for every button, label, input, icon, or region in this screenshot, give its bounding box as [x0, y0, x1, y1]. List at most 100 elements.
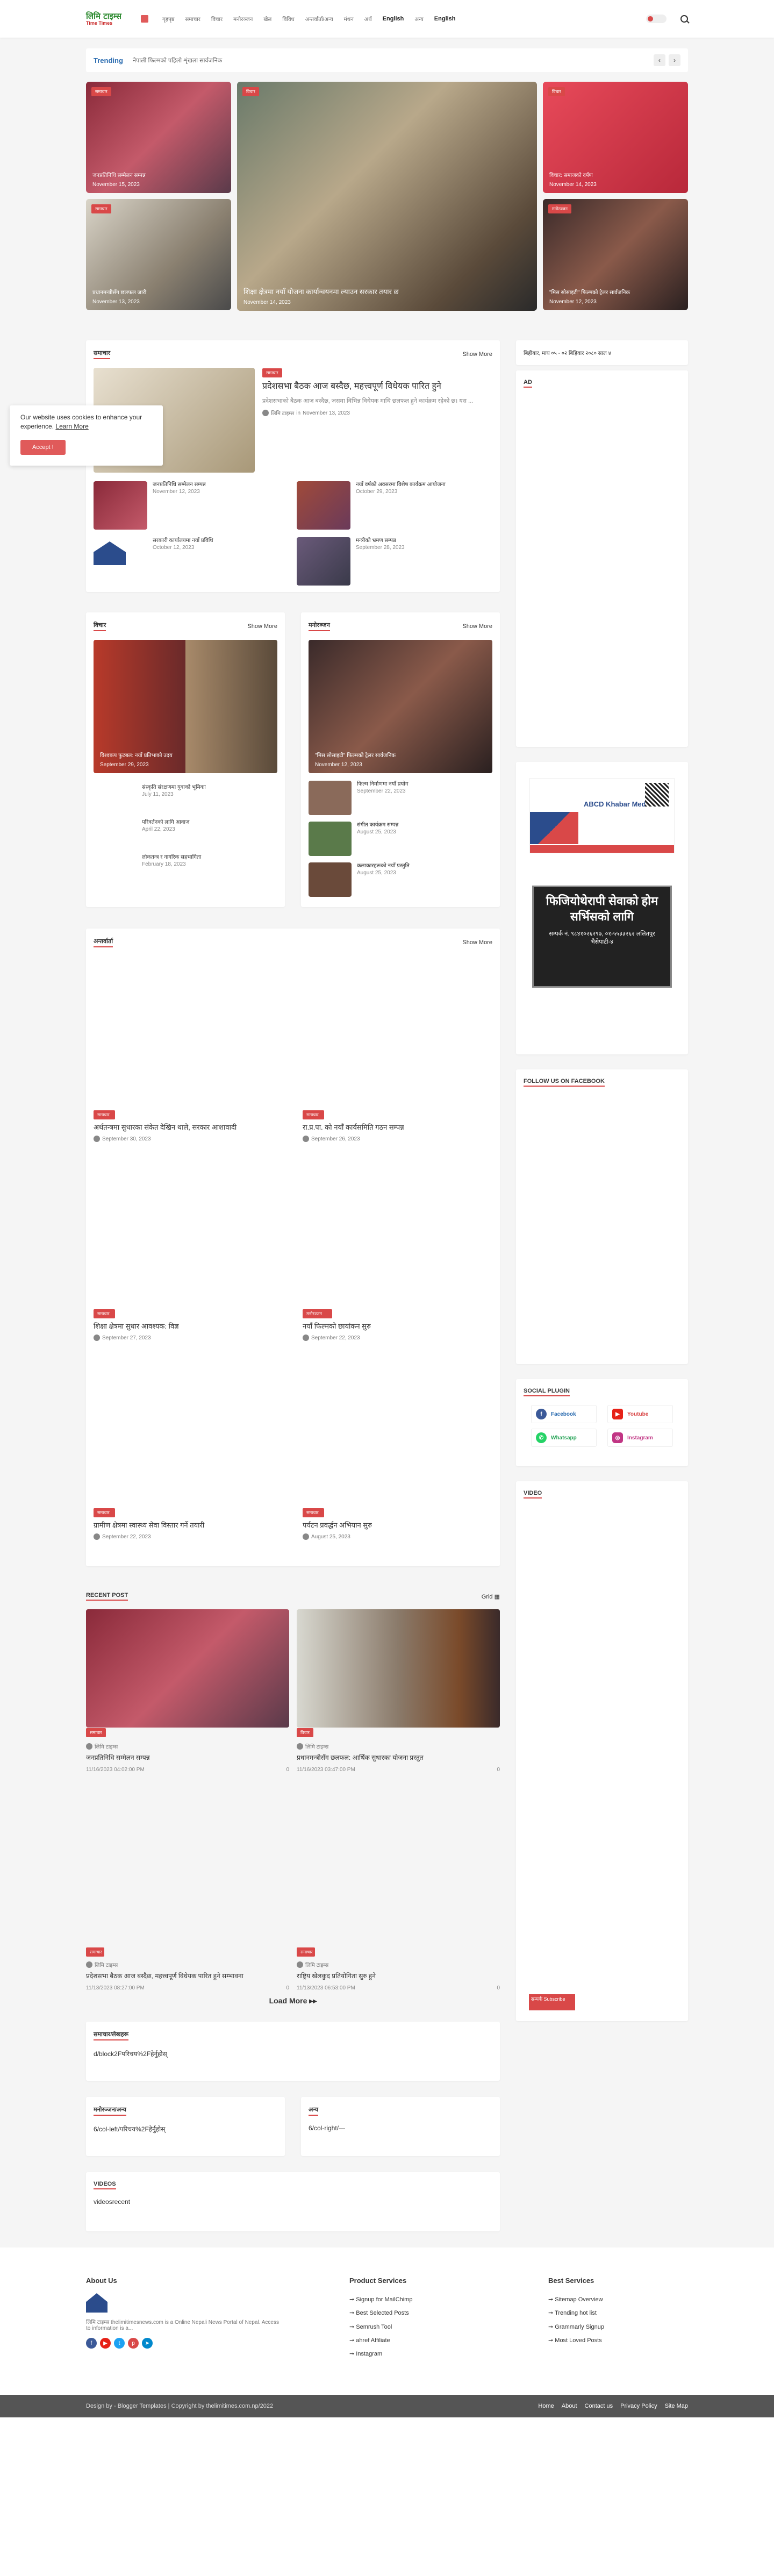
hero-title[interactable]: जनप्रतिनिधि सम्मेलन सम्पन्न — [92, 171, 225, 179]
post-title[interactable]: रा.प्र.पा. को नयाँ कार्यसमिति गठन सम्पन्… — [303, 1123, 492, 1132]
post-title[interactable]: राष्ट्रिय खेलकुद प्रतियोगिता सुरु हुने — [297, 1972, 500, 1981]
post-title[interactable]: लोकतन्त्र र नागरिक सहभागिता — [142, 854, 277, 861]
post-title[interactable]: विश्वकप फुटबल: नयाँ प्रतिभाको उदय — [100, 751, 271, 759]
youtube-button[interactable]: ▶ Youtube — [607, 1405, 673, 1423]
search-icon[interactable] — [680, 15, 688, 23]
hero-title[interactable]: "मिस सोसाइटी" फिल्मको ट्रेलर सार्वजनिक — [549, 288, 682, 296]
post-title[interactable]: कलाकारहरूको नयाँ प्रस्तुति — [357, 862, 410, 870]
post-thumb[interactable] — [297, 537, 350, 586]
post-title[interactable]: जनप्रतिनिधि सम्मेलन सम्पन्न — [86, 1753, 289, 1762]
post-card[interactable]: समाचार शिक्षा क्षेत्रमा सुधार आवश्यक: वि… — [94, 1155, 283, 1341]
category-label[interactable]: समाचार — [94, 1110, 115, 1119]
post-title[interactable]: फिल्म निर्माणमा नयाँ प्रयोग — [357, 781, 408, 788]
category-label[interactable]: समाचार — [91, 87, 111, 96]
nav-item[interactable]: मंथन — [344, 15, 354, 23]
footer-link[interactable]: ➞ Best Selected Posts — [349, 2307, 548, 2320]
category-label[interactable]: समाचार — [86, 1728, 106, 1737]
post-title[interactable]: प्रधानमन्त्रीसँग छलफल: आर्थिक सुधारका यो… — [297, 1753, 500, 1762]
footer-nav-link[interactable]: Contact us — [585, 2403, 613, 2409]
category-label[interactable]: समाचार — [91, 204, 111, 213]
category-label[interactable]: समाचार — [86, 1947, 104, 1957]
trending-text[interactable]: नेपाली फिल्मको पहिलो शृंखला सार्वजनिक — [133, 56, 650, 65]
show-more-link[interactable]: Show More — [462, 939, 492, 946]
hero-featured-card[interactable]: विचार शिक्षा क्षेत्रमा नयाँ योजना कार्या… — [237, 82, 537, 311]
nav-item[interactable]: विविध — [282, 15, 294, 23]
load-more-button[interactable]: Load More ▸▸ — [86, 1996, 500, 2006]
post-title[interactable]: सरकारी कार्यालयमा नयाँ प्रविधि — [153, 537, 213, 545]
hero-card[interactable]: मनोरञ्जन "मिस सोसाइटी" फिल्मको ट्रेलर सा… — [543, 199, 688, 310]
category-label[interactable]: मनोरञ्जन — [548, 204, 571, 213]
nav-item[interactable]: गृहपृष्ठ — [162, 15, 175, 23]
facebook-icon[interactable]: f — [86, 2338, 97, 2349]
nav-item[interactable]: मनोरञ्जन — [233, 15, 253, 23]
site-logo[interactable]: लिमि टाइम्स Time Times — [86, 8, 134, 30]
show-more-link[interactable]: Show More — [462, 351, 492, 358]
post-thumb[interactable] — [309, 862, 352, 897]
comment-count[interactable]: 0 — [286, 1767, 289, 1773]
category-label[interactable]: समाचार — [303, 1110, 324, 1119]
comment-count[interactable]: 0 — [497, 1985, 500, 1991]
post-title[interactable]: "मिस सोसाइटी" फिल्मको ट्रेलर सार्वजनिक — [315, 751, 486, 759]
footer-link[interactable]: ➞ Semrush Tool — [349, 2321, 548, 2334]
post-title[interactable]: संगीत कार्यक्रम सम्पन्न — [357, 822, 398, 829]
hero-card[interactable]: समाचार प्रधानमन्त्रीसँग छलफल जारी Novembe… — [86, 199, 231, 310]
post-card[interactable]: समाचार लिमि टाइम्स प्रदेशसभा बैठक आज बस्… — [86, 1808, 289, 1991]
twitter-icon[interactable]: t — [114, 2338, 125, 2349]
footer-link[interactable]: ➞ ahref Affiliate — [349, 2334, 548, 2347]
nav-item[interactable]: अन्य — [414, 15, 423, 23]
nav-item[interactable]: English — [383, 16, 404, 22]
post-card[interactable]: समाचार अर्थतन्त्रमा सुधारका संकेत देखिन … — [94, 956, 283, 1142]
nav-item[interactable]: English — [434, 16, 456, 22]
post-thumb[interactable] — [297, 481, 350, 530]
post-title[interactable]: संस्कृति संरक्षणमा युवाको भूमिका — [142, 784, 277, 791]
footer-link[interactable]: ➞ Grammarly Signup — [548, 2321, 688, 2334]
hero-title[interactable]: प्रधानमन्त्रीसँग छलफल जारी — [92, 288, 225, 296]
post-image[interactable] — [86, 1609, 289, 1728]
telegram-icon[interactable]: ➤ — [142, 2338, 153, 2349]
post-image[interactable]: विश्वकप फुटबल: नयाँ प्रतिभाको उदय Septemb… — [94, 640, 277, 773]
post-card[interactable]: समाचार पर्यटन प्रवर्द्धन अभियान सुरु Aug… — [303, 1354, 492, 1540]
next-arrow-icon[interactable]: › — [669, 54, 680, 66]
cookie-accept-button[interactable]: Accept ! — [20, 439, 66, 455]
post-image[interactable]: "मिस सोसाइटी" फिल्मको ट्रेलर सार्वजनिक No… — [309, 640, 492, 773]
ad-banner[interactable]: ABCD Khabar Media — [529, 778, 675, 853]
category-label[interactable]: विचार — [242, 87, 259, 96]
category-label[interactable]: मनोरञ्जन — [303, 1309, 332, 1318]
post-title[interactable]: नयाँ वर्षको अवसरमा विशेष कार्यक्रम आयोजन… — [356, 481, 446, 489]
footer-link[interactable]: ➞ Sitemap Overview — [548, 2293, 688, 2307]
post-title[interactable]: शिक्षा क्षेत्रमा सुधार आवश्यक: विज्ञ — [94, 1322, 283, 1331]
nav-item[interactable]: अर्थ — [364, 15, 372, 23]
footer-nav-link[interactable]: Home — [538, 2403, 554, 2409]
post-image[interactable] — [297, 1609, 500, 1728]
post-title[interactable]: ग्रामीण क्षेत्रमा स्वास्थ्य सेवा विस्तार… — [94, 1521, 283, 1530]
home-icon[interactable] — [141, 15, 148, 23]
category-label[interactable]: विचार — [548, 87, 565, 96]
nav-item[interactable]: विचार — [211, 15, 223, 23]
show-more-link[interactable]: Show More — [247, 623, 277, 630]
nav-item[interactable]: समाचार — [185, 15, 200, 23]
post-thumb[interactable] — [94, 481, 147, 530]
footer-link[interactable]: ➞ Most Loved Posts — [548, 2334, 688, 2347]
prev-arrow-icon[interactable]: ‹ — [654, 54, 665, 66]
facebook-button[interactable]: f Facebook — [531, 1405, 597, 1423]
post-title[interactable]: नयाँ फिल्मको छायांकन सुरु — [303, 1322, 492, 1331]
youtube-icon[interactable]: ▶ — [100, 2338, 111, 2349]
post-title[interactable]: जनप्रतिनिधि सम्मेलन सम्पन्न — [153, 481, 206, 489]
post-title[interactable]: प्रदेशसभा बैठक आज बस्दैछ, महत्त्वपूर्ण व… — [262, 381, 492, 393]
category-label[interactable]: समाचार — [262, 368, 282, 377]
post-title[interactable]: प्रदेशसभा बैठक आज बस्दैछ, महत्त्वपूर्ण व… — [86, 1972, 289, 1981]
category-label[interactable]: समाचार — [94, 1309, 115, 1318]
post-card[interactable]: विचार लिमि टाइम्स प्रधानमन्त्रीसँग छलफल:… — [297, 1609, 500, 1792]
comment-count[interactable]: 0 — [286, 1985, 289, 1991]
comment-count[interactable]: 0 — [497, 1767, 500, 1773]
nav-item[interactable]: अन्तर्वार्ता/अन्य — [305, 15, 333, 23]
pinterest-icon[interactable]: p — [128, 2338, 139, 2349]
grid-toggle[interactable]: Grid ▦ — [482, 1593, 500, 1600]
post-card[interactable]: समाचार लिमि टाइम्स जनप्रतिनिधि सम्मेलन स… — [86, 1609, 289, 1792]
hero-title[interactable]: विचार: समाजको दर्पण — [549, 171, 682, 179]
footer-nav-link[interactable]: Privacy Policy — [620, 2403, 657, 2409]
post-card[interactable]: समाचार ग्रामीण क्षेत्रमा स्वास्थ्य सेवा … — [94, 1354, 283, 1540]
post-thumb[interactable] — [309, 781, 352, 815]
nav-item[interactable]: खेल — [263, 15, 271, 23]
hero-card[interactable]: समाचार जनप्रतिनिधि सम्मेलन सम्पन्न Novemb… — [86, 82, 231, 193]
